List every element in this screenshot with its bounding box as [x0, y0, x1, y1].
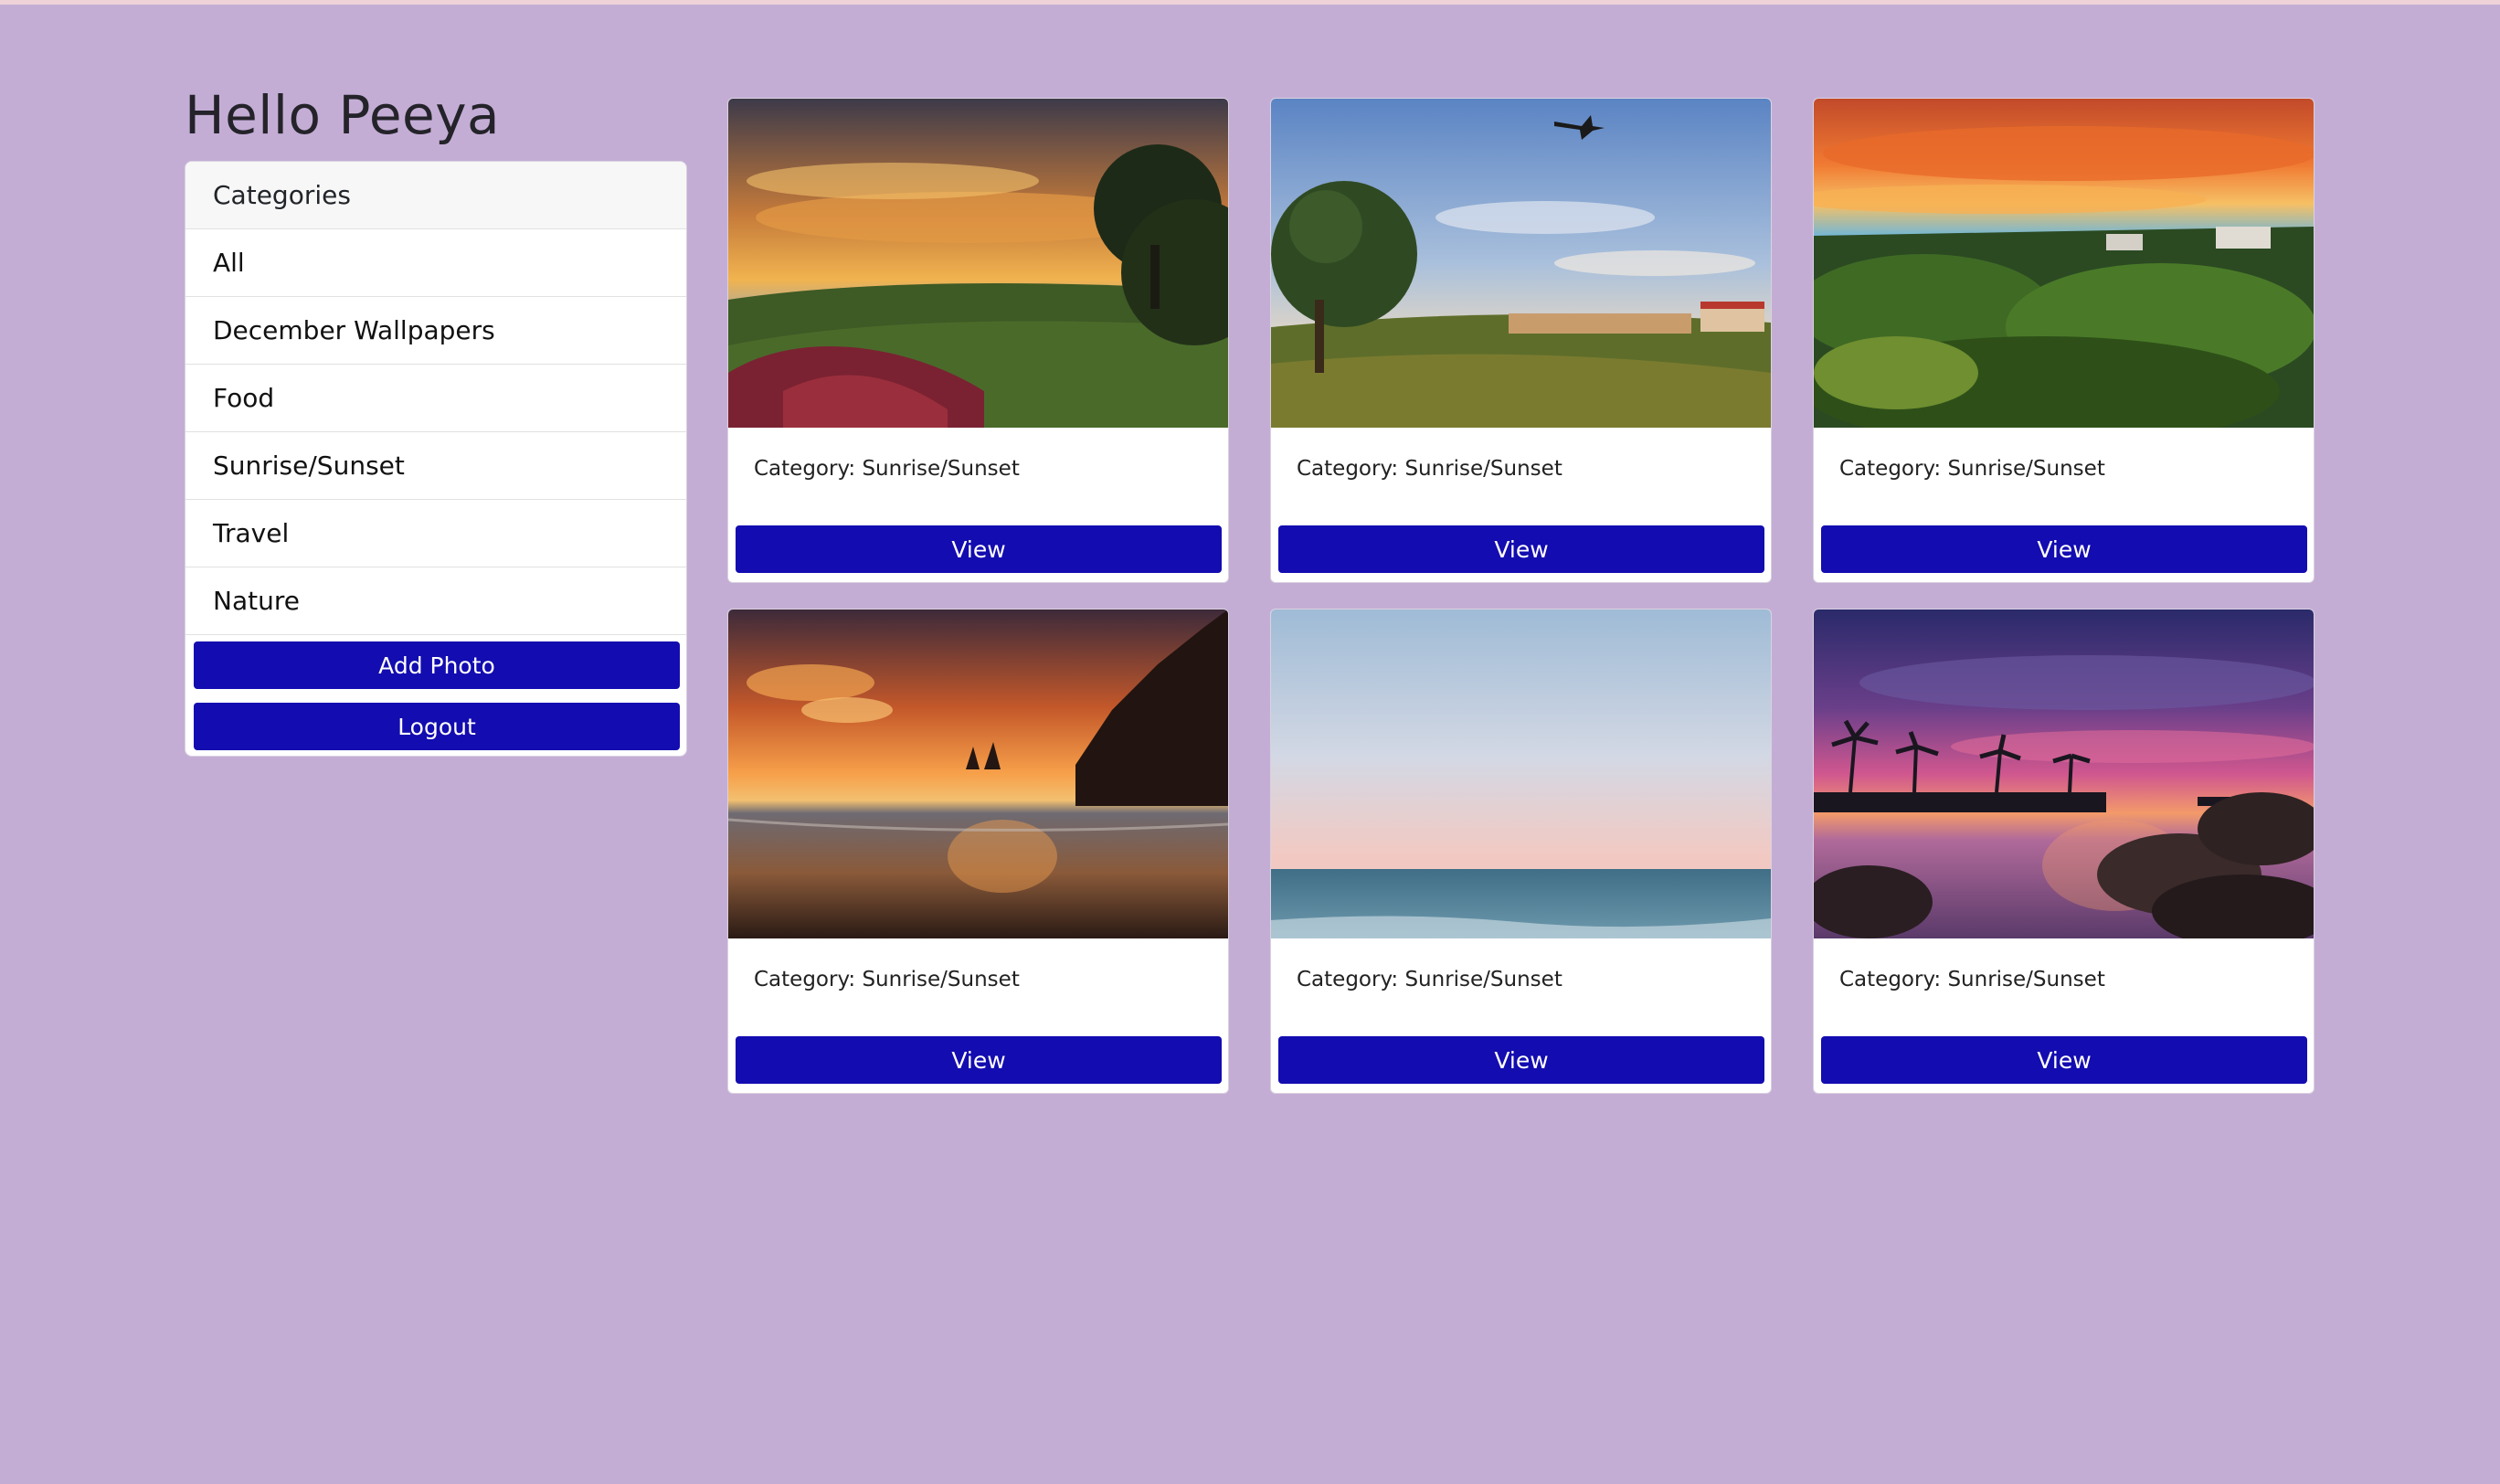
view-button[interactable]: View [1278, 525, 1764, 573]
photo-thumbnail[interactable] [1271, 99, 1771, 428]
categories-sidebar: Categories All December Wallpapers Food … [185, 161, 687, 757]
photo-card: Category: Sunrise/Sunset View [727, 98, 1229, 583]
category-item-all[interactable]: All [185, 229, 686, 297]
card-category: Category: Sunrise/Sunset [1839, 457, 2105, 481]
photo-card: Category: Sunrise/Sunset View [727, 609, 1229, 1094]
category-item-december-wallpapers[interactable]: December Wallpapers [185, 297, 686, 365]
category-item-sunrise-sunset[interactable]: Sunrise/Sunset [185, 432, 686, 500]
add-photo-button[interactable]: Add Photo [194, 641, 680, 689]
category-item-nature[interactable]: Nature [185, 567, 686, 635]
photo-card: Category: Sunrise/Sunset View [1270, 98, 1772, 583]
photo-thumbnail[interactable] [1271, 610, 1771, 938]
view-button[interactable]: View [1821, 525, 2307, 573]
photo-card: Category: Sunrise/Sunset View [1813, 609, 2315, 1094]
card-category: Category: Sunrise/Sunset [1297, 457, 1562, 481]
top-border [0, 0, 2500, 5]
view-button[interactable]: View [1278, 1036, 1764, 1084]
card-category: Category: Sunrise/Sunset [1297, 968, 1562, 991]
photo-thumbnail[interactable] [728, 99, 1228, 428]
view-button[interactable]: View [736, 1036, 1222, 1084]
greeting-heading: Hello Peeya [185, 84, 501, 146]
photo-thumbnail[interactable] [1814, 99, 2314, 428]
categories-header: Categories [185, 162, 686, 229]
logout-button[interactable]: Logout [194, 703, 680, 750]
category-item-travel[interactable]: Travel [185, 500, 686, 567]
view-button[interactable]: View [736, 525, 1222, 573]
view-button[interactable]: View [1821, 1036, 2307, 1084]
category-item-food[interactable]: Food [185, 365, 686, 432]
photo-card: Category: Sunrise/Sunset View [1270, 609, 1772, 1094]
card-category: Category: Sunrise/Sunset [1839, 968, 2105, 991]
photo-thumbnail[interactable] [728, 610, 1228, 938]
card-category: Category: Sunrise/Sunset [754, 968, 1020, 991]
card-category: Category: Sunrise/Sunset [754, 457, 1020, 481]
photo-thumbnail[interactable] [1814, 610, 2314, 938]
photo-card: Category: Sunrise/Sunset View [1813, 98, 2315, 583]
